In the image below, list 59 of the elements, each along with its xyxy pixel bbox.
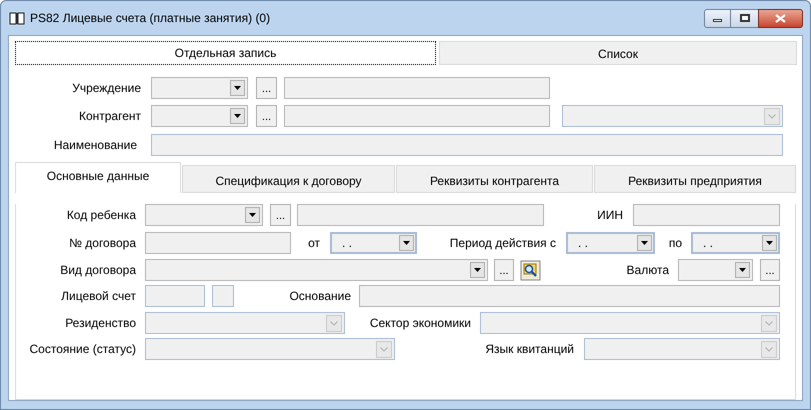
field-label: Сектор экономики [368, 315, 472, 332]
tab[interactable]: Спецификация к договору [182, 165, 395, 193]
field-label: Резиденство [64, 315, 137, 332]
field-label: Контрагент [78, 108, 142, 125]
browse-button[interactable]: ... [760, 259, 780, 281]
browse-button[interactable]: ... [270, 204, 291, 226]
text-field[interactable] [359, 285, 780, 307]
maximize-button[interactable] [731, 8, 758, 28]
field-label: Вид договора [59, 262, 137, 279]
dropdown-field[interactable] [562, 105, 783, 127]
field-label: по [668, 235, 683, 252]
minimize-icon [713, 19, 722, 22]
date-value: . . [703, 235, 714, 252]
browse-button[interactable]: ... [494, 259, 514, 281]
chevron-icon [761, 340, 777, 358]
text-field[interactable] [284, 105, 550, 127]
date-value: . . [342, 235, 352, 252]
chevron-icon [761, 314, 777, 332]
field-label: ИИН [596, 207, 624, 224]
field-label: Лицевой счет [60, 288, 137, 305]
browse-button[interactable]: ... [256, 105, 277, 127]
field-label: Основание [288, 288, 352, 305]
field-label: от [307, 235, 321, 252]
field-label: Код ребенка [66, 207, 137, 224]
field-label: № договора [68, 235, 137, 252]
dropdown-field[interactable] [145, 338, 395, 360]
chevron-icon [764, 108, 780, 124]
field-label: Состояние (статус) [28, 341, 137, 358]
dropdown-field[interactable] [480, 312, 780, 334]
tab[interactable]: Отдельная запись [15, 41, 436, 65]
field-label: Период действия с [448, 235, 557, 252]
browse-button[interactable]: ... [256, 77, 277, 99]
field-label: Учреждение [71, 80, 142, 97]
date-field[interactable]: . . [691, 232, 780, 254]
text-field[interactable] [145, 232, 291, 254]
dropdown-field[interactable] [584, 338, 780, 360]
field-label: Валюта [626, 262, 670, 279]
close-button[interactable] [758, 8, 803, 28]
date-field[interactable]: . . [330, 232, 417, 254]
tab[interactable]: Список [439, 41, 797, 65]
date-value: . . [578, 235, 588, 252]
text-field[interactable] [633, 204, 780, 226]
tab[interactable]: Основные данные [15, 162, 181, 193]
magnifier-folder-icon[interactable] [520, 260, 541, 280]
field-label: Наименование [52, 137, 138, 154]
chevron-icon [326, 314, 342, 332]
book-icon [9, 11, 25, 25]
field-label: Язык квитанций [484, 341, 575, 358]
date-field[interactable]: . . [566, 232, 655, 254]
window-title: PS82 Лицевые счета (платные занятия) (0) [30, 10, 270, 27]
text-field[interactable] [297, 204, 544, 226]
tab[interactable]: Реквизиты предприятия [594, 165, 796, 193]
text-field[interactable] [284, 77, 550, 99]
minimize-button[interactable] [704, 8, 731, 28]
maximize-icon [740, 14, 750, 22]
close-icon [775, 14, 786, 22]
chevron-icon [376, 340, 392, 358]
tab[interactable]: Реквизиты контрагента [396, 165, 593, 193]
dropdown-field[interactable] [145, 312, 345, 334]
